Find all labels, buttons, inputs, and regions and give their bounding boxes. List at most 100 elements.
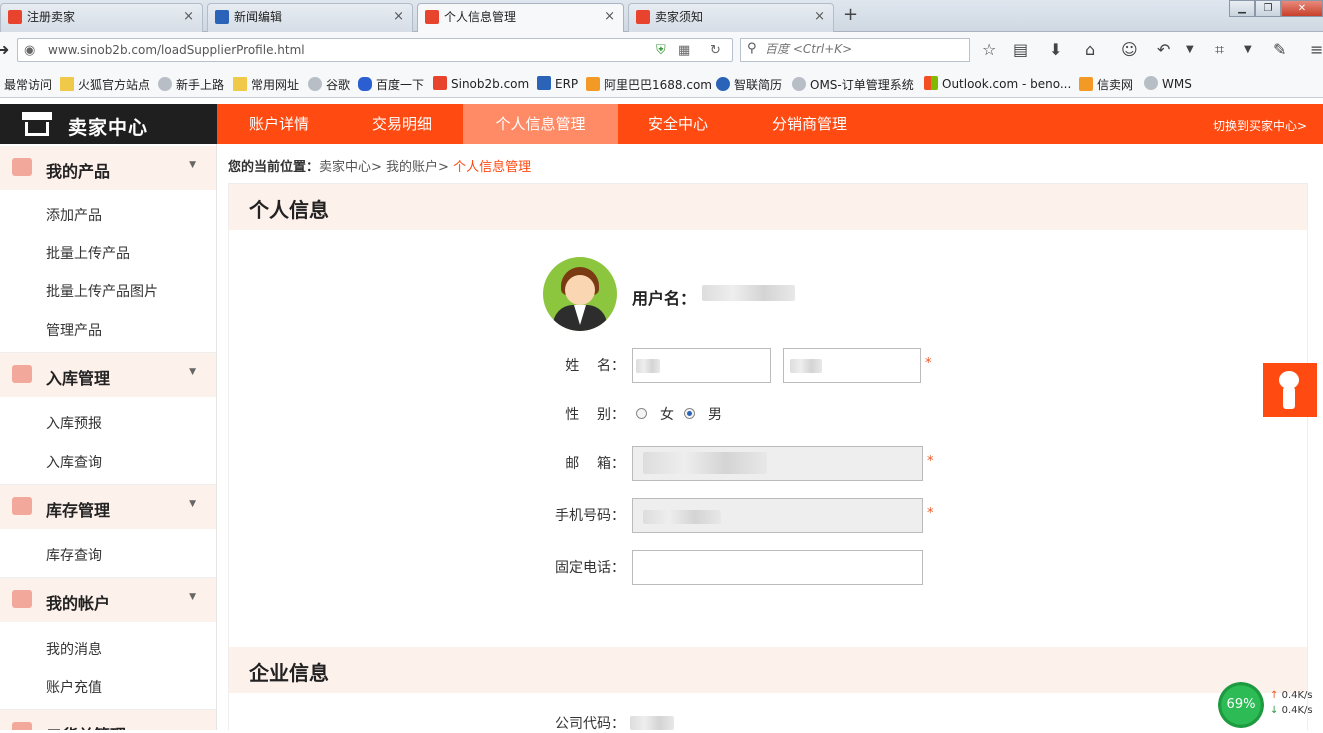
redacted-value — [643, 452, 767, 474]
close-tab-icon[interactable]: × — [814, 4, 825, 30]
sinob2b-favicon-icon — [636, 10, 650, 24]
bookmark-item[interactable]: Outlook.com - beno... — [924, 76, 1071, 91]
stack-favicon-icon — [215, 10, 229, 24]
sidebar-item-messages[interactable]: 我的消息 — [46, 639, 102, 659]
search-box[interactable]: ⚲ — [740, 38, 970, 62]
crop-icon[interactable]: ⌗ — [1215, 40, 1224, 60]
sidebar-group-account[interactable]: 我的帐户 ▼ — [0, 578, 216, 622]
bookmark-item[interactable]: Sinob2b.com — [433, 76, 529, 91]
menu-distributor-management[interactable]: 分销商管理 — [738, 104, 881, 144]
gender-female-radio[interactable] — [636, 408, 647, 419]
username-label: 用户名： — [632, 289, 697, 308]
globe-icon — [308, 77, 322, 91]
menu-icon[interactable]: ≡ — [1310, 40, 1323, 59]
bookmark-item[interactable]: 智联简历 — [716, 76, 782, 93]
first-name-field[interactable] — [632, 348, 771, 383]
bookmark-item[interactable]: 信卖网 — [1079, 76, 1133, 93]
sidebar-item-inbound-query[interactable]: 入库查询 — [46, 452, 102, 472]
restore-button[interactable]: ❐ — [1255, 0, 1281, 17]
landline-field[interactable] — [632, 550, 923, 585]
minimize-button[interactable]: ▁ — [1229, 0, 1255, 17]
close-tab-icon[interactable]: × — [393, 4, 404, 30]
comment-icon[interactable]: ✎ — [1273, 40, 1286, 59]
browser-tab[interactable]: 注册卖家 × — [0, 3, 203, 32]
url-text[interactable]: www.sinob2b.com/loadSupplierProfile.html — [48, 43, 305, 57]
sidebar-group-inbound[interactable]: 入库管理 ▼ — [0, 353, 216, 397]
menu-personal-info[interactable]: 个人信息管理 — [463, 104, 618, 144]
sidebar-item-bulk-upload-images[interactable]: 批量上传产品图片 — [46, 281, 158, 301]
download-icon[interactable]: ⬇ — [1049, 40, 1062, 59]
bookmark-item[interactable]: 阿里巴巴1688.com — [586, 76, 712, 93]
tab-label: 注册卖家 — [27, 10, 76, 24]
close-tab-icon[interactable]: × — [604, 4, 615, 30]
chevron-down-icon[interactable]: ▼ — [1186, 44, 1194, 55]
browser-tab-active[interactable]: 个人信息管理 × — [417, 3, 624, 33]
bookmark-item[interactable]: 新手上路 — [158, 76, 224, 93]
tab-label: 卖家须知 — [655, 10, 704, 24]
sidebar-group-inventory[interactable]: 库存管理 ▼ — [0, 485, 216, 529]
home-icon[interactable]: ⌂ — [1085, 40, 1095, 59]
breadcrumb-path[interactable]: 卖家中心> 我的账户> — [319, 160, 453, 175]
network-speed-widget[interactable]: 69% ↑ 0.4K/s ↓ 0.4K/s — [1216, 680, 1323, 730]
upload-arrow-icon: ↑ — [1270, 690, 1279, 701]
mobile-field[interactable] — [632, 498, 923, 533]
qr-code-icon[interactable]: ▦ — [678, 43, 690, 58]
usage-percent: 69% — [1218, 682, 1264, 728]
sidebar-group-label: 入库管理 — [46, 369, 111, 388]
switch-to-buyer-link[interactable]: 切换到买家中心> — [1213, 117, 1307, 134]
sidebar-group-label: 库存管理 — [46, 501, 111, 520]
bookmark-item[interactable]: 火狐官方站点 — [60, 76, 150, 93]
boxes-icon — [12, 497, 32, 515]
menu-security-center[interactable]: 安全中心 — [618, 104, 738, 144]
sidebar-group-label: 我的帐户 — [46, 594, 111, 613]
sidebar-item-recharge[interactable]: 账户充值 — [46, 677, 102, 697]
back-arrow-icon[interactable]: ➜ — [0, 40, 9, 59]
close-window-button[interactable]: ✕ — [1281, 0, 1323, 17]
window-controls: ▁ ❐ ✕ — [1229, 0, 1323, 18]
sidebar-item-manage-products[interactable]: 管理产品 — [46, 320, 102, 340]
sidebar-item-inventory-query[interactable]: 库存查询 — [46, 545, 102, 565]
search-input[interactable] — [765, 42, 955, 56]
shield-icon[interactable]: ⛨ — [656, 43, 666, 58]
folder-icon — [233, 77, 247, 91]
email-field[interactable] — [632, 446, 923, 481]
gender-male-radio[interactable] — [684, 408, 695, 419]
bookmark-star-icon[interactable]: ☆ — [982, 40, 996, 59]
site-info-icon[interactable]: ◉ — [24, 43, 35, 58]
brand[interactable]: 卖家中心 — [0, 104, 217, 144]
bookmark-item[interactable]: 谷歌 — [308, 76, 350, 93]
sinob2b-icon — [433, 76, 447, 90]
browser-tab[interactable]: 卖家须知 × — [628, 3, 834, 32]
chat-icon[interactable]: ☺ — [1121, 40, 1138, 59]
bookmark-item[interactable]: 百度一下 — [358, 76, 424, 93]
sidebar: 我的产品 ▼ 添加产品 批量上传产品 批量上传产品图片 管理产品 入库管理 ▼ … — [0, 144, 217, 730]
avatar[interactable] — [543, 257, 617, 331]
bookmark-item[interactable]: 常用网址 — [233, 76, 299, 93]
required-mark: * — [927, 454, 934, 469]
menu-account-details[interactable]: 账户详情 — [217, 104, 341, 144]
chevron-down-icon[interactable]: ▼ — [1244, 44, 1252, 55]
close-tab-icon[interactable]: × — [183, 4, 194, 30]
sidebar-item-inbound-forecast[interactable]: 入库预报 — [46, 413, 102, 433]
address-bar[interactable]: ◉ www.sinob2b.com/loadSupplierProfile.ht… — [17, 38, 733, 62]
last-name-field[interactable] — [783, 348, 921, 383]
help-mascot-button[interactable] — [1263, 363, 1317, 417]
mobile-label: 手机号码： — [555, 508, 625, 524]
bookmark-item[interactable]: 最常访问 — [4, 76, 52, 93]
reading-list-icon[interactable]: ▤ — [1013, 40, 1028, 59]
bookmark-item[interactable]: OMS-订单管理系统 — [792, 76, 914, 93]
bookmark-item[interactable]: WMS — [1144, 76, 1192, 91]
new-tab-button[interactable]: + — [843, 4, 858, 25]
sidebar-group-secondhand[interactable]: 二货单管理 — [0, 710, 216, 730]
sidebar-item-add-product[interactable]: 添加产品 — [46, 205, 102, 225]
browser-tab[interactable]: 新闻编辑 × — [207, 3, 413, 32]
required-mark: * — [927, 506, 934, 521]
undo-icon[interactable]: ↶ — [1157, 40, 1170, 59]
menu-transactions[interactable]: 交易明细 — [341, 104, 463, 144]
sidebar-item-bulk-upload[interactable]: 批量上传产品 — [46, 243, 130, 263]
bookmark-item[interactable]: ERP — [537, 76, 578, 91]
reload-icon[interactable]: ↻ — [710, 43, 721, 58]
sidebar-group-products[interactable]: 我的产品 ▼ — [0, 146, 216, 190]
landline-label: 固定电话： — [555, 560, 625, 576]
breadcrumb-prefix: 您的当前位置： — [228, 160, 320, 175]
